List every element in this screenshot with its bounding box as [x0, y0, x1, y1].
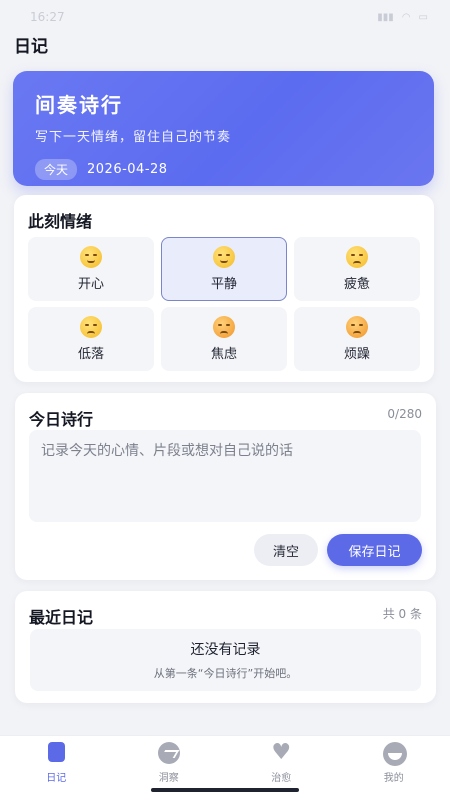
steam-emoji-icon [346, 316, 368, 338]
tab-me[interactable]: 我的 [338, 736, 450, 800]
tab-label: 治愈 [271, 773, 292, 784]
mood-option-irritated[interactable]: 烦躁 [294, 307, 420, 371]
mood-label: 平静 [210, 277, 237, 292]
tab-label: 我的 [383, 773, 404, 784]
hero-date: 2026-04-28 [87, 162, 168, 177]
mood-card: 此刻情绪 开心 平静 疲惫 低落 焦虑 烦躁 [14, 195, 434, 382]
mood-option-tired[interactable]: 疲惫 [294, 237, 420, 301]
recent-title: 最近日记 [29, 608, 94, 627]
hero-title: 间奏诗行 [35, 93, 123, 117]
diary-icon [44, 742, 67, 768]
empty-subtitle: 从第一条“今日诗行”开始吧。 [153, 667, 298, 680]
poem-card: 今日诗行 0/280 清空 保存日记 [15, 393, 436, 580]
wifi-icon: ◠ [401, 11, 411, 23]
mood-title: 此刻情绪 [28, 212, 93, 231]
char-counter: 0/280 [387, 407, 422, 421]
mood-option-down[interactable]: 低落 [28, 307, 154, 371]
clear-button[interactable]: 清空 [254, 534, 318, 566]
mood-grid: 开心 平静 疲惫 低落 焦虑 烦躁 [28, 237, 420, 371]
profile-icon [382, 742, 407, 766]
poem-input[interactable] [29, 430, 421, 522]
insight-icon [157, 742, 180, 764]
empty-state: 还没有记录 从第一条“今日诗行”开始吧。 [30, 629, 421, 691]
status-time: 16:27 [30, 10, 65, 24]
save-diary-button[interactable]: 保存日记 [327, 534, 422, 566]
mood-option-calm[interactable]: 平静 [161, 237, 287, 301]
battery-icon: ▭ [418, 11, 428, 23]
pensive-emoji-icon [80, 316, 102, 338]
status-bar: 16:27 ▮▮▮ ◠ ▭ [0, 0, 450, 34]
smile-emoji-icon [80, 246, 102, 268]
relieved-emoji-icon [213, 246, 235, 268]
mood-label: 烦躁 [343, 347, 370, 362]
mood-label: 开心 [77, 277, 104, 292]
signal-icon: ▮▮▮ [377, 11, 394, 23]
mood-option-anxious[interactable]: 焦虑 [161, 307, 287, 371]
empty-title: 还没有记录 [190, 642, 261, 658]
tab-label: 日记 [46, 773, 67, 784]
hero-subtitle: 写下一天情绪，留住自己的节奏 [35, 130, 232, 145]
home-indicator[interactable] [151, 788, 299, 792]
tab-diary[interactable]: 日记 [0, 736, 113, 800]
mood-label: 低落 [77, 347, 104, 362]
confounded-emoji-icon [213, 316, 235, 338]
sleepy-emoji-icon [346, 246, 368, 268]
recent-count: 共 0 条 [382, 607, 422, 621]
mood-label: 焦虑 [210, 347, 237, 362]
hero-date-row: 今天 2026-04-28 [35, 159, 412, 180]
today-badge: 今天 [35, 159, 78, 180]
mood-label: 疲惫 [343, 277, 370, 292]
poem-title: 今日诗行 [29, 410, 94, 429]
tab-label: 洞察 [158, 773, 179, 784]
page-title: 日记 [14, 37, 48, 57]
heart-icon: ♥ [271, 740, 292, 765]
mood-option-happy[interactable]: 开心 [28, 237, 154, 301]
recent-card: 最近日记 共 0 条 还没有记录 从第一条“今日诗行”开始吧。 [15, 591, 436, 703]
hero-banner: 间奏诗行 写下一天情绪，留住自己的节奏 今天 2026-04-28 [13, 71, 434, 186]
status-icons: ▮▮▮ ◠ ▭ [377, 12, 428, 23]
